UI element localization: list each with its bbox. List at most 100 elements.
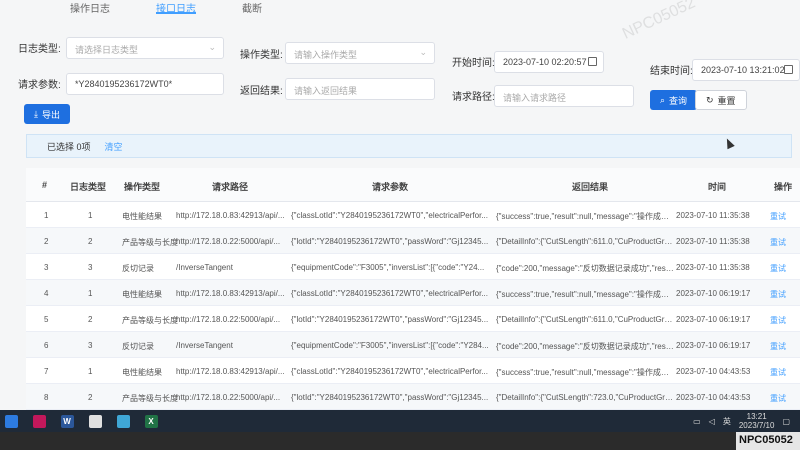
taskbar-app-messenger[interactable] bbox=[112, 410, 134, 432]
taskbar-app-word[interactable]: W bbox=[56, 410, 78, 432]
table-row: 7 1 电性能结果 http://172.18.0.83:42913/api/...{… bbox=[26, 358, 800, 384]
cell-path: http://172.18.0.83:42913/api/... bbox=[176, 367, 285, 376]
cell-time: 2023-07-10 11:35:38 bbox=[676, 263, 750, 272]
selection-count: 已选择 0项 bbox=[47, 141, 91, 152]
table-header: # 日志类型 操作类型 请求路径 请求参数 返回结果 时间 操作 bbox=[26, 168, 800, 202]
retry-link[interactable]: 重试 bbox=[770, 263, 800, 274]
cell-idx: 2 bbox=[44, 237, 49, 246]
return-label: 返回结果: bbox=[240, 86, 283, 97]
taskbar-app-ide[interactable] bbox=[28, 410, 50, 432]
reset-label: 重置 bbox=[717, 95, 736, 106]
excel-icon: X bbox=[144, 414, 158, 428]
tab-interface-log[interactable]: 接口日志 bbox=[156, 0, 196, 15]
cell-time: 2023-07-10 04:43:53 bbox=[676, 393, 751, 402]
cell-log-type: 2 bbox=[88, 237, 93, 246]
cell-path: http://172.18.0.22:5000/api/... bbox=[176, 315, 281, 324]
volume-icon[interactable]: ◁ bbox=[709, 417, 715, 426]
header-time: 时间 bbox=[708, 182, 727, 192]
cell-idx: 6 bbox=[44, 341, 49, 350]
cell-path: /InverseTangent bbox=[176, 341, 233, 350]
cell-params: {"equipmentCode":"F3005","inversList":[{… bbox=[291, 341, 489, 350]
notes-icon bbox=[88, 414, 102, 428]
export-button[interactable]: ⤓ 导出 bbox=[24, 104, 70, 124]
retry-link[interactable]: 重试 bbox=[770, 237, 800, 248]
cell-time: 2023-07-10 04:43:53 bbox=[676, 367, 751, 376]
retry-link[interactable]: 重试 bbox=[770, 289, 800, 300]
calendar-icon bbox=[784, 65, 793, 74]
cell-log-type: 1 bbox=[88, 367, 93, 376]
taskbar-app-excel[interactable]: X bbox=[140, 410, 162, 432]
table-row: 4 1 电性能结果 http://172.18.0.83:42913/api/...{… bbox=[26, 280, 800, 306]
start-time-picker[interactable]: 2023-07-10 02:20:57 bbox=[494, 51, 604, 73]
cell-path: http://172.18.0.83:42913/api/... bbox=[176, 211, 285, 220]
end-time-picker[interactable]: 2023-07-10 13:21:02 bbox=[692, 59, 800, 81]
retry-link[interactable]: 重试 bbox=[770, 393, 800, 404]
header-action: 操作 bbox=[774, 182, 793, 192]
system-tray: ▭ ◁ 英 13:21 2023/7/10 ▢ bbox=[693, 410, 790, 432]
log-type-select[interactable]: 请选择日志类型 ⌄ bbox=[66, 37, 224, 59]
cell-log-type: 2 bbox=[88, 315, 93, 324]
cell-params: {"classLotId":"Y2840195236172WT0","elect… bbox=[291, 211, 488, 220]
cell-result: {"code":200,"message":"反切数据记录成功","result… bbox=[496, 342, 674, 351]
retry-link[interactable]: 重试 bbox=[770, 315, 800, 326]
return-placeholder: 请输入返回结果 bbox=[294, 86, 358, 96]
word-icon: W bbox=[60, 414, 74, 428]
cell-result: {"DetailInfo":{"CutSLength":611.0,"CuPro… bbox=[496, 237, 674, 246]
taskbar-app-notes[interactable] bbox=[84, 410, 106, 432]
cell-result: {"DetailInfo":{"CutSLength":723.0,"CuPro… bbox=[496, 393, 674, 402]
cell-idx: 7 bbox=[44, 367, 49, 376]
cell-result: {"DetailInfo":{"CutSLength":611.0,"CuPro… bbox=[496, 315, 674, 324]
header-result: 返回结果 bbox=[572, 182, 609, 192]
notification-icon[interactable]: ▢ bbox=[782, 417, 790, 426]
return-input[interactable]: 请输入返回结果 bbox=[285, 78, 435, 100]
cell-idx: 8 bbox=[44, 393, 49, 402]
table-row: 8 2 产品等级与长度 http://172.18.0.22:5000/api/...… bbox=[26, 384, 800, 410]
header-params: 请求参数 bbox=[372, 182, 409, 192]
cell-log-type: 2 bbox=[88, 393, 93, 402]
cell-path: http://172.18.0.22:5000/api/... bbox=[176, 393, 281, 402]
cell-path: /InverseTangent bbox=[176, 263, 233, 272]
monitor-bezel bbox=[0, 432, 736, 450]
cell-idx: 3 bbox=[44, 263, 49, 272]
op-type-label: 操作类型: bbox=[240, 50, 283, 61]
req-params-value: *Y2840195236172WT0* bbox=[75, 79, 173, 89]
cell-params: {"equipmentCode":"F3005","inversList":[{… bbox=[291, 263, 485, 272]
cell-time: 2023-07-10 06:19:17 bbox=[676, 289, 751, 298]
log-type-label: 日志类型: bbox=[18, 44, 61, 55]
cell-log-type: 1 bbox=[88, 211, 93, 220]
network-icon[interactable]: ▭ bbox=[693, 417, 701, 426]
chevron-down-icon: ⌄ bbox=[208, 42, 216, 52]
top-tabs: 操作日志 接口日志 截断 bbox=[70, 0, 262, 15]
header-index: # bbox=[42, 180, 48, 190]
tab-truncate[interactable]: 截断 bbox=[242, 0, 262, 15]
start-button[interactable] bbox=[0, 410, 22, 432]
ime-indicator[interactable]: 英 bbox=[723, 416, 731, 427]
clock[interactable]: 13:21 2023/7/10 bbox=[739, 412, 775, 430]
clear-selection-link[interactable]: 清空 bbox=[105, 140, 123, 153]
retry-link[interactable]: 重试 bbox=[770, 211, 800, 222]
cell-result: {"success":true,"result":null,"message":… bbox=[496, 290, 674, 299]
req-path-placeholder: 请输入请求路径 bbox=[503, 93, 567, 103]
cell-path: http://172.18.0.22:5000/api/... bbox=[176, 237, 281, 246]
reset-button[interactable]: ↻ 重置 bbox=[695, 90, 747, 110]
req-params-input[interactable]: *Y2840195236172WT0* bbox=[66, 73, 224, 95]
cell-time: 2023-07-10 06:19:17 bbox=[676, 315, 751, 324]
op-type-input[interactable]: 请输入操作类型 ⌄ bbox=[285, 42, 435, 64]
query-button[interactable]: ⌕ 查询 bbox=[650, 90, 698, 110]
retry-link[interactable]: 重试 bbox=[770, 341, 800, 352]
log-table: # 日志类型 操作类型 请求路径 请求参数 返回结果 时间 操作 1 1 电性能结果… bbox=[26, 168, 800, 410]
cell-result: {"success":true,"result":null,"message":… bbox=[496, 368, 674, 377]
cell-idx: 1 bbox=[44, 211, 49, 220]
tab-operation-log[interactable]: 操作日志 bbox=[70, 0, 110, 15]
retry-link[interactable]: 重试 bbox=[770, 367, 800, 378]
header-op-type: 操作类型 bbox=[124, 182, 161, 192]
clock-date: 2023/7/10 bbox=[738, 421, 775, 430]
req-path-label: 请求路径: bbox=[452, 92, 495, 103]
table-row: 1 1 电性能结果 http://172.18.0.83:42913/api/...{… bbox=[26, 202, 800, 228]
table-row: 3 3 反切记录/InverseTangent {"equipmentCode":"F… bbox=[26, 254, 800, 280]
req-path-input[interactable]: 请输入请求路径 bbox=[494, 85, 634, 107]
table-body: 1 1 电性能结果 http://172.18.0.83:42913/api/...{… bbox=[26, 202, 800, 410]
cell-time: 2023-07-10 11:35:38 bbox=[676, 237, 750, 246]
ide-icon bbox=[32, 414, 46, 428]
cell-params: {"classLotId":"Y2840195236172WT0","elect… bbox=[291, 289, 488, 298]
